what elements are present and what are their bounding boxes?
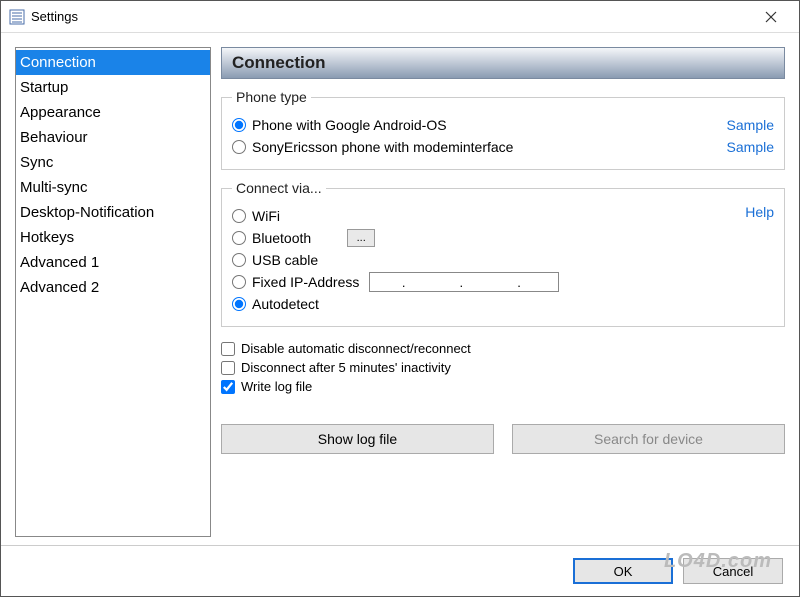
sidebar-item-connection[interactable]: Connection: [16, 50, 210, 75]
radio-wifi-label: WiFi: [252, 208, 280, 224]
radio-sonyericsson-label: SonyEricsson phone with modeminterface: [252, 139, 513, 155]
client-area: Connection Startup Appearance Behaviour …: [1, 33, 799, 545]
window-title: Settings: [31, 9, 751, 24]
check-write-log-input[interactable]: [221, 380, 235, 394]
sidebar-item-startup[interactable]: Startup: [16, 75, 210, 100]
sidebar-item-desktop-notification[interactable]: Desktop-Notification: [16, 200, 210, 225]
sidebar-item-appearance[interactable]: Appearance: [16, 100, 210, 125]
ok-button[interactable]: OK: [573, 558, 673, 584]
ip-address-input[interactable]: [369, 272, 559, 292]
sample-link-sonyericsson[interactable]: Sample: [727, 139, 774, 155]
check-disconnect-5min-label: Disconnect after 5 minutes' inactivity: [241, 360, 451, 375]
radio-usb-input[interactable]: [232, 253, 246, 267]
radio-usb[interactable]: USB cable: [232, 252, 318, 268]
check-disable-auto-label: Disable automatic disconnect/reconnect: [241, 341, 471, 356]
close-button[interactable]: [751, 1, 791, 32]
app-icon: [9, 9, 25, 25]
sidebar-item-sync[interactable]: Sync: [16, 150, 210, 175]
help-link[interactable]: Help: [745, 204, 774, 220]
radio-bluetooth[interactable]: Bluetooth: [232, 230, 311, 246]
settings-window: Settings Connection Startup Appearance B…: [0, 0, 800, 597]
sidebar: Connection Startup Appearance Behaviour …: [15, 47, 211, 537]
sidebar-item-behaviour[interactable]: Behaviour: [16, 125, 210, 150]
check-disable-auto-input[interactable]: [221, 342, 235, 356]
cancel-button[interactable]: Cancel: [683, 558, 783, 584]
radio-sonyericsson-input[interactable]: [232, 140, 246, 154]
search-for-device-button[interactable]: Search for device: [512, 424, 785, 454]
phone-type-legend: Phone type: [232, 89, 311, 105]
radio-usb-label: USB cable: [252, 252, 318, 268]
connect-via-group: Connect via... Help WiFi Bluetooth: [221, 180, 785, 327]
sidebar-item-advanced-2[interactable]: Advanced 2: [16, 275, 210, 300]
check-write-log-label: Write log file: [241, 379, 312, 394]
content-panel: Connection Phone type Phone with Google …: [221, 47, 785, 537]
sample-link-android[interactable]: Sample: [727, 117, 774, 133]
radio-android[interactable]: Phone with Google Android-OS: [232, 117, 447, 133]
radio-android-input[interactable]: [232, 118, 246, 132]
show-log-file-button[interactable]: Show log file: [221, 424, 494, 454]
check-options: Disable automatic disconnect/reconnect D…: [221, 339, 785, 396]
panel-header: Connection: [221, 47, 785, 79]
radio-autodetect-input[interactable]: [232, 297, 246, 311]
phone-type-group: Phone type Phone with Google Android-OS …: [221, 89, 785, 170]
radio-wifi-input[interactable]: [232, 209, 246, 223]
radio-bluetooth-input[interactable]: [232, 231, 246, 245]
dialog-button-bar: OK Cancel: [1, 545, 799, 596]
close-icon: [765, 11, 777, 23]
check-disconnect-5min-input[interactable]: [221, 361, 235, 375]
radio-wifi[interactable]: WiFi: [232, 208, 280, 224]
radio-fixed-ip[interactable]: Fixed IP-Address: [232, 274, 359, 290]
titlebar: Settings: [1, 1, 799, 33]
sidebar-item-hotkeys[interactable]: Hotkeys: [16, 225, 210, 250]
radio-fixed-ip-label: Fixed IP-Address: [252, 274, 359, 290]
radio-autodetect[interactable]: Autodetect: [232, 296, 319, 312]
sidebar-item-multi-sync[interactable]: Multi-sync: [16, 175, 210, 200]
radio-android-label: Phone with Google Android-OS: [252, 117, 447, 133]
bluetooth-browse-button[interactable]: ...: [347, 229, 375, 247]
check-disconnect-5min[interactable]: Disconnect after 5 minutes' inactivity: [221, 360, 785, 375]
radio-fixed-ip-input[interactable]: [232, 275, 246, 289]
sidebar-item-advanced-1[interactable]: Advanced 1: [16, 250, 210, 275]
action-button-bar: Show log file Search for device: [221, 424, 785, 454]
radio-autodetect-label: Autodetect: [252, 296, 319, 312]
radio-bluetooth-label: Bluetooth: [252, 230, 311, 246]
connect-via-legend: Connect via...: [232, 180, 326, 196]
check-disable-auto[interactable]: Disable automatic disconnect/reconnect: [221, 341, 785, 356]
check-write-log[interactable]: Write log file: [221, 379, 785, 394]
radio-sonyericsson[interactable]: SonyEricsson phone with modeminterface: [232, 139, 513, 155]
